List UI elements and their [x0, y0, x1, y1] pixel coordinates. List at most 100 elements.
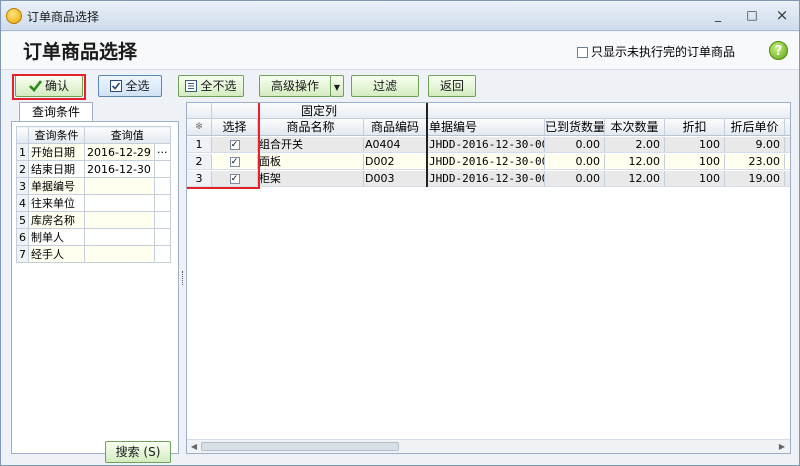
query-area: 查询条件 查询值 1 开始日期 2016-12-29 ··· 2 结束日期 20… — [11, 121, 179, 463]
scrollbar-thumb[interactable] — [201, 442, 399, 451]
query-row[interactable]: 4 往来单位 — [16, 194, 171, 212]
col-net-price[interactable]: 折后单价 — [725, 119, 785, 135]
query-col-value: 查询值 — [84, 126, 171, 144]
discount: 100 — [665, 154, 725, 169]
app-icon — [6, 8, 22, 24]
help-icon[interactable]: ? — [769, 41, 788, 60]
this-qty[interactable]: 12.00 — [605, 171, 665, 186]
query-extra — [154, 160, 171, 178]
frozen-column-divider — [426, 103, 428, 187]
query-row[interactable]: 6 制单人 — [16, 228, 171, 246]
query-extra — [154, 177, 171, 195]
search-button[interactable]: 搜索 (S) — [105, 441, 171, 463]
goods-code: D003 — [364, 171, 427, 186]
query-row[interactable]: 3 单据编号 — [16, 177, 171, 195]
maximize-button[interactable]: □ — [743, 7, 761, 23]
page-title: 订单商品选择 — [23, 41, 138, 63]
scroll-right-icon[interactable]: ▶ — [776, 441, 788, 453]
list-icon — [185, 80, 198, 92]
goods-name: 面板 — [258, 154, 364, 169]
goods-code: D002 — [364, 154, 427, 169]
table-row[interactable]: 2 ✓ 面板 D002 JHDD-2016-12-30-00002 0.00 1… — [187, 154, 790, 170]
col-arrived-qty[interactable]: 已到货数量 — [545, 119, 605, 135]
net-price: 19.00 — [725, 171, 785, 186]
order-goods-window: 订单商品选择 _ □ × 订单商品选择 只显示未执行完的订单商品 ? 确认 全选… — [0, 0, 800, 466]
panel-splitter[interactable] — [182, 271, 185, 285]
query-row[interactable]: 2 结束日期 2016-12-30 — [16, 160, 171, 178]
col-goods-name[interactable]: 商品名称 — [258, 119, 364, 135]
query-value[interactable] — [84, 211, 155, 229]
query-label: 制单人 — [28, 228, 85, 246]
query-label: 库房名称 — [28, 211, 85, 229]
query-label: 结束日期 — [28, 160, 85, 178]
query-label: 经手人 — [28, 245, 85, 263]
query-row[interactable]: 5 库房名称 — [16, 211, 171, 229]
checkbox-box[interactable] — [577, 47, 588, 58]
query-extra — [154, 211, 171, 229]
query-label: 单据编号 — [28, 177, 85, 195]
query-col-condition: 查询条件 — [28, 126, 85, 144]
col-bill-number[interactable]: 单据编号 — [428, 119, 545, 135]
select-column-highlight — [187, 103, 260, 189]
filter-button[interactable]: 过滤 — [351, 75, 419, 97]
row-number: 2 — [16, 160, 29, 178]
only-unfinished-label: 只显示未执行完的订单商品 — [591, 45, 736, 59]
discount: 100 — [665, 137, 725, 152]
query-row[interactable]: 1 开始日期 2016-12-29 ··· — [16, 143, 171, 161]
grid-group-header: 固定列 — [187, 103, 790, 119]
select-none-button[interactable]: 全不选 — [178, 75, 244, 97]
query-table: 查询条件 查询值 1 开始日期 2016-12-29 ··· 2 结束日期 20… — [16, 126, 171, 263]
col-this-qty[interactable]: 本次数量 — [605, 119, 665, 135]
close-button[interactable]: × — [773, 7, 791, 23]
query-value[interactable] — [84, 194, 155, 212]
row-number: 5 — [16, 211, 29, 229]
query-row-number-header — [16, 126, 29, 144]
grid-column-header: ✻ 选择 商品名称 商品编码 单据编号 已到货数量 本次数量 折扣 折后单价 — [187, 119, 790, 136]
arrived-qty: 0.00 — [545, 154, 605, 169]
goods-name: 柜架 — [258, 171, 364, 186]
tab-query-conditions[interactable]: 查询条件 — [19, 102, 93, 122]
select-none-label: 全不选 — [200, 79, 237, 93]
query-label: 往来单位 — [28, 194, 85, 212]
arrived-qty: 0.00 — [545, 171, 605, 186]
arrived-qty: 0.00 — [545, 137, 605, 152]
only-unfinished-checkbox[interactable]: 只显示未执行完的订单商品 — [577, 43, 735, 60]
query-extra — [154, 245, 171, 263]
this-qty[interactable]: 12.00 — [605, 154, 665, 169]
select-all-label: 全选 — [125, 79, 150, 93]
row-number: 6 — [16, 228, 29, 246]
bill-number: JHDD-2016-12-30-00002 — [428, 154, 545, 169]
back-button[interactable]: 返回 — [428, 75, 476, 97]
goods-grid: 固定列 ✻ 选择 商品名称 商品编码 单据编号 已到货数量 本次数量 折扣 折后… — [186, 102, 791, 454]
row-number: 7 — [16, 245, 29, 263]
query-value[interactable]: 2016-12-29 — [84, 143, 155, 161]
scroll-left-icon[interactable]: ◀ — [188, 441, 200, 453]
window-title: 订单商品选择 — [27, 10, 100, 24]
query-row[interactable]: 7 经手人 — [16, 245, 171, 263]
date-picker-button[interactable]: ··· — [154, 143, 171, 161]
col-goods-code[interactable]: 商品编码 — [364, 119, 427, 135]
bill-number: JHDD-2016-12-30-00001 — [428, 137, 545, 152]
query-extra — [154, 228, 171, 246]
query-value[interactable] — [84, 245, 155, 263]
chevron-down-icon: ▼ — [333, 83, 341, 92]
query-value[interactable]: 2016-12-30 — [84, 160, 155, 178]
advanced-button[interactable]: 高级操作 — [259, 75, 331, 97]
minimize-button[interactable]: _ — [709, 7, 727, 23]
query-extra — [154, 194, 171, 212]
row-number: 1 — [16, 143, 29, 161]
query-value[interactable] — [84, 177, 155, 195]
this-qty[interactable]: 2.00 — [605, 137, 665, 152]
row-number: 4 — [16, 194, 29, 212]
table-row[interactable]: 3 ✓ 柜架 D003 JHDD-2016-12-30-00002 0.00 1… — [187, 171, 790, 187]
col-discount[interactable]: 折扣 — [665, 119, 725, 135]
bill-number: JHDD-2016-12-30-00002 — [428, 171, 545, 186]
advanced-dropdown[interactable]: ▼ — [330, 75, 344, 97]
table-row[interactable]: 1 ✓ 组合开关 A0404 JHDD-2016-12-30-00001 0.0… — [187, 137, 790, 153]
query-value[interactable] — [84, 228, 155, 246]
horizontal-scrollbar[interactable]: ◀ ▶ — [187, 439, 790, 453]
confirm-highlight — [12, 74, 86, 100]
checkbox-icon — [110, 80, 123, 92]
select-all-button[interactable]: 全选 — [98, 75, 162, 97]
discount: 100 — [665, 171, 725, 186]
